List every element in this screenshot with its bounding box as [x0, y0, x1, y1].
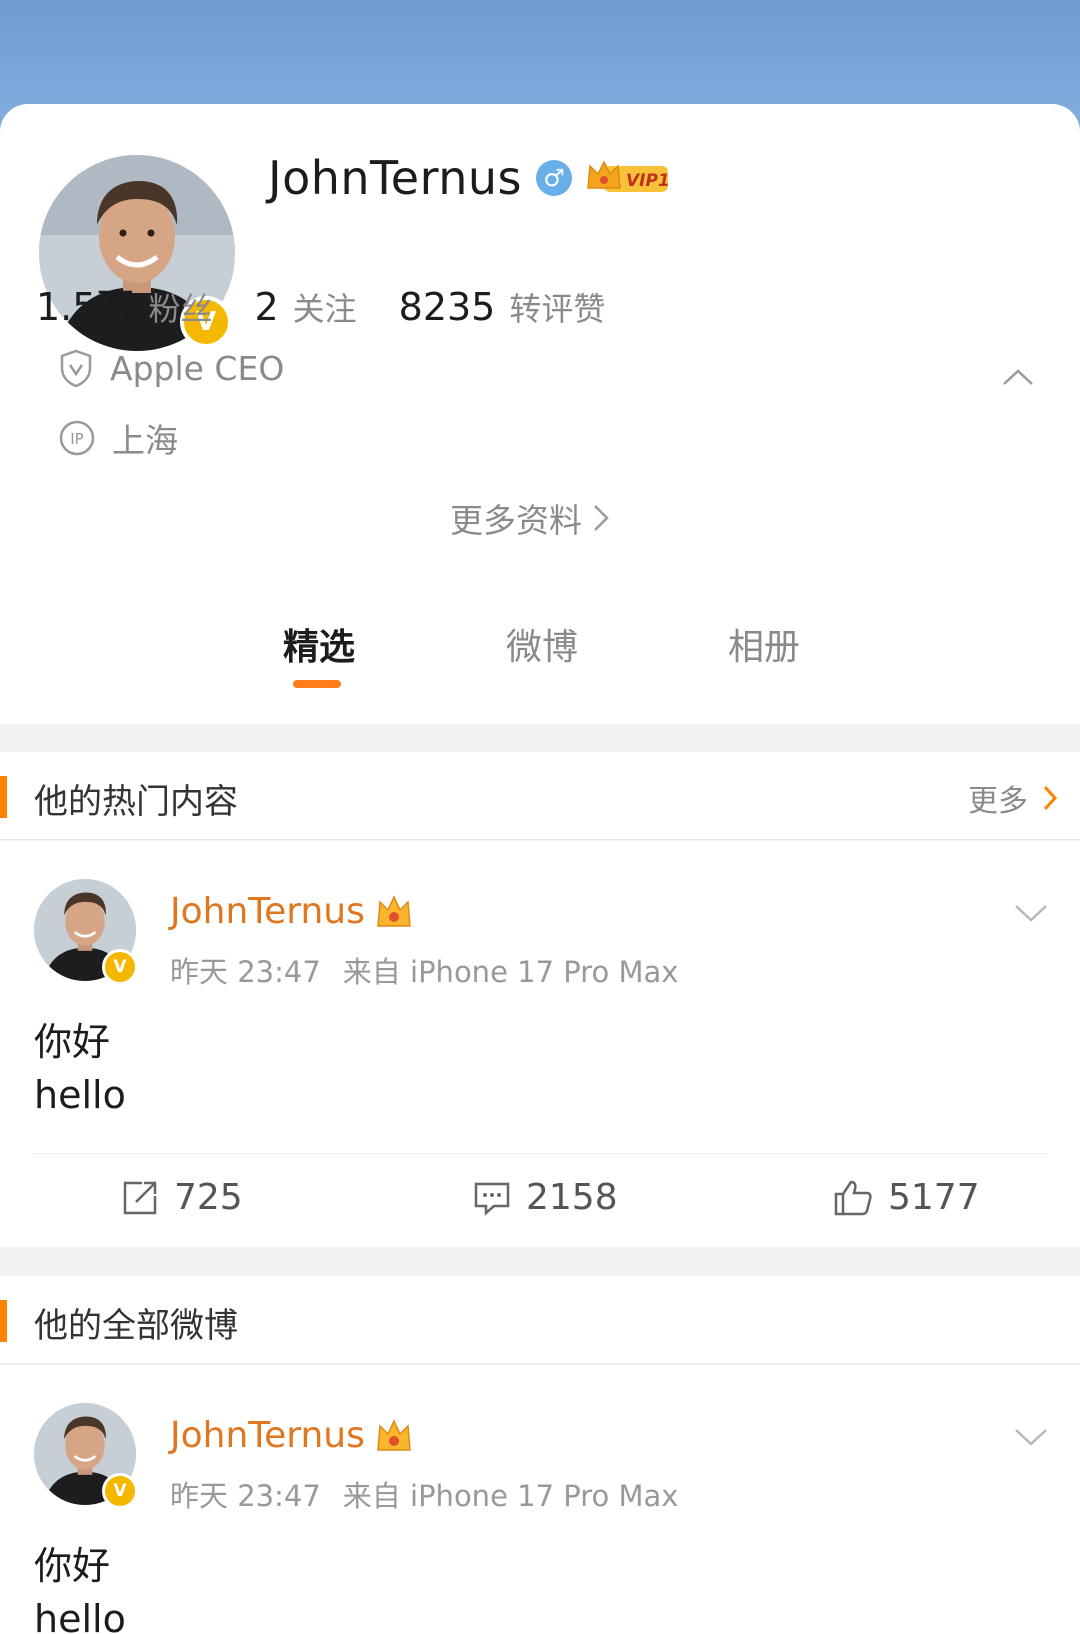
post-divider [34, 1153, 1046, 1154]
section-accent-bar [0, 1300, 7, 1342]
following-label: 关注 [292, 290, 357, 328]
section-accent-bar [0, 776, 7, 818]
post-author-name: JohnTernus [170, 1415, 365, 1456]
repost-icon [123, 1181, 157, 1214]
chevron-down-icon[interactable] [1014, 903, 1048, 923]
post-text-line: hello [34, 1597, 126, 1634]
hot-content-more-link[interactable]: 更多 [968, 776, 1058, 820]
followers-label: 粉丝 [148, 290, 213, 328]
profile-name: JohnTernus [268, 151, 522, 205]
more-info-link[interactable]: 更多资料 [450, 494, 610, 542]
tab-weibo[interactable]: 微博 [506, 618, 578, 670]
chevron-right-icon [1043, 785, 1058, 811]
stat-followers[interactable]: 1.5万 粉丝 [36, 276, 212, 331]
post-text-line: 你好 [34, 1020, 111, 1064]
hot-post-card[interactable]: V JohnTernus 昨天 23:47 来自 iPhone 17 Pro Ma… [0, 841, 1080, 1247]
vip-crown-badge-icon[interactable]: VIP1 [586, 158, 670, 198]
comment-icon [474, 1182, 510, 1216]
post-text-line: hello [34, 1073, 126, 1117]
post-meta: 昨天 23:47 来自 iPhone 17 Pro Max [170, 949, 678, 991]
more-label: 更多 [968, 784, 1028, 819]
post-author-name-row[interactable]: JohnTernus [170, 891, 413, 932]
active-tab-indicator [293, 680, 341, 688]
interactions-count: 8235 [398, 285, 496, 329]
like-count: 5177 [888, 1177, 980, 1218]
profile-card: V JohnTernus ♂ VIP1 1.5万 粉丝 2 关注 8235 转评… [0, 104, 1080, 724]
svg-text:VIP1: VIP1 [626, 171, 670, 191]
all-weibo-header: 他的全部微博 [0, 1276, 1080, 1364]
verified-badge-icon: V [102, 949, 138, 985]
post-time: 昨天 23:47 [170, 955, 321, 989]
verified-badge-icon: V [102, 1473, 138, 1509]
profile-tabs: 精选 微博 相册 [0, 618, 1080, 698]
verified-title-row: Apple CEO [58, 348, 284, 388]
post-meta: 昨天 23:47 来自 iPhone 17 Pro Max [170, 1473, 678, 1515]
verified-title: Apple CEO [110, 348, 285, 388]
post-source: 来自 iPhone 17 Pro Max [342, 1479, 679, 1513]
post-author-name-row[interactable]: JohnTernus [170, 1415, 413, 1456]
followers-count: 1.5万 [36, 285, 135, 329]
repost-count: 725 [174, 1177, 243, 1218]
ip-location-icon: IP [59, 420, 95, 456]
post-author-name: JohnTernus [170, 891, 365, 932]
vip-crown-icon [377, 1418, 411, 1451]
comment-count: 2158 [526, 1177, 618, 1218]
like-button[interactable]: 5177 [832, 1177, 980, 1218]
all-weibo-title: 他的全部微博 [34, 1306, 238, 1346]
hot-content-title: 他的热门内容 [34, 782, 238, 822]
profile-stats: 1.5万 粉丝 2 关注 8235 转评赞 [36, 276, 647, 331]
chevron-down-icon[interactable] [1014, 1427, 1048, 1447]
post-source: 来自 iPhone 17 Pro Max [342, 955, 679, 989]
chevron-up-icon[interactable] [1002, 368, 1034, 386]
repost-button[interactable]: 725 [120, 1177, 243, 1218]
ip-location-row: IP 上海 [58, 414, 178, 462]
thumbs-up-icon [834, 1180, 872, 1215]
more-info-label: 更多资料 [450, 501, 582, 540]
ip-location: 上海 [112, 421, 178, 460]
tab-album[interactable]: 相册 [728, 618, 800, 670]
tab-featured[interactable]: 精选 [283, 618, 355, 670]
following-count: 2 [254, 285, 279, 329]
male-gender-icon: ♂ [535, 160, 572, 196]
interactions-label: 转评赞 [509, 290, 606, 328]
post-text-line: 你好 [34, 1544, 111, 1588]
profile-name-row: JohnTernus ♂ VIP1 [268, 148, 670, 208]
stat-following[interactable]: 2 关注 [254, 284, 356, 330]
post-time: 昨天 23:47 [170, 1479, 321, 1513]
comment-button[interactable]: 2158 [472, 1177, 618, 1218]
hot-content-header: 他的热门内容 更多 [0, 752, 1080, 840]
svg-text:IP: IP [70, 430, 83, 448]
shield-icon [60, 349, 92, 388]
vip-crown-icon [377, 894, 411, 927]
chevron-right-icon [594, 505, 609, 531]
weibo-post-card[interactable]: V JohnTernus 昨天 23:47 来自 iPhone 17 Pro Ma… [0, 1365, 1080, 1634]
stat-interactions[interactable]: 8235 转评赞 [399, 284, 606, 330]
